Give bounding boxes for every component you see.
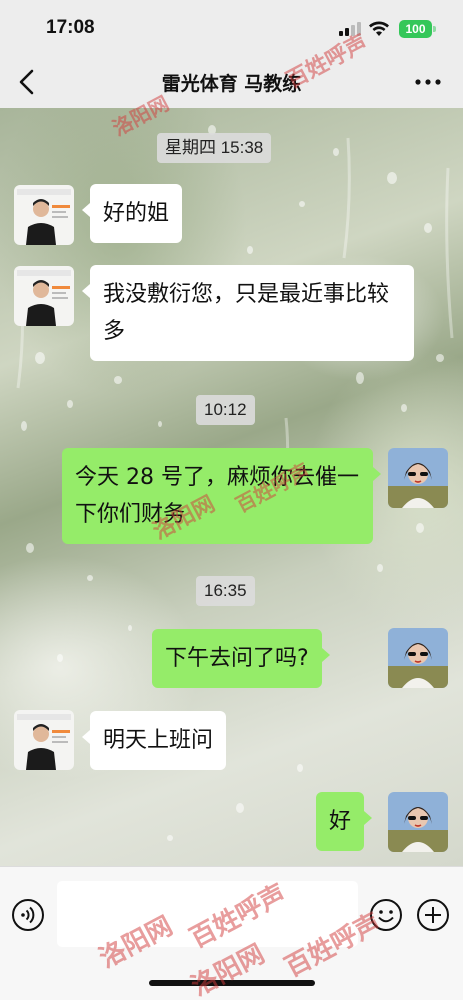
status-bar: 17:08 100 — [0, 0, 463, 56]
voice-button[interactable] — [11, 898, 45, 932]
more-button[interactable] — [410, 68, 446, 96]
my-avatar-image — [388, 448, 448, 508]
signal-icon — [339, 22, 361, 36]
status-time: 17:08 — [46, 17, 95, 38]
plus-button[interactable] — [416, 898, 450, 932]
message-bubble[interactable]: 我没敷衍您，只是最近事比较多 — [82, 265, 414, 361]
battery-tip — [433, 26, 436, 32]
message-bubble[interactable]: 明天上班问 — [81, 711, 227, 770]
coach-avatar[interactable] — [14, 185, 74, 245]
my-avatar-image — [388, 628, 448, 688]
nav-bar: 雷光体育 马教练 — [0, 56, 463, 108]
chat-area[interactable]: 星期四 15:38 好的姐 我没敷衍您，只是最近事比较多 10:12 今天 28… — [0, 108, 463, 866]
message-input[interactable] — [57, 881, 358, 947]
message-bubble[interactable]: 好 — [316, 792, 373, 851]
coach-avatar-image — [14, 185, 74, 245]
coach-avatar-image — [14, 710, 74, 770]
message-bubble[interactable]: 今天 28 号了，麻烦你去催一下你们财务 — [62, 448, 381, 544]
timestamp: 星期四 15:38 — [157, 133, 272, 163]
coach-avatar-image — [14, 266, 74, 326]
timestamp: 10:12 — [196, 395, 255, 425]
my-avatar[interactable] — [388, 792, 448, 852]
coach-avatar[interactable] — [14, 266, 74, 326]
message-bubble[interactable]: 好的姐 — [81, 184, 183, 243]
message-bubble[interactable]: 下午去问了吗? — [152, 629, 330, 688]
emoji-button[interactable] — [369, 898, 403, 932]
battery-indicator: 100 — [399, 20, 432, 38]
timestamp: 16:35 — [196, 576, 255, 606]
ellipsis-icon — [415, 79, 441, 85]
home-indicator — [149, 980, 315, 986]
chat-title: 雷光体育 马教练 — [161, 73, 302, 95]
my-avatar-image — [388, 792, 448, 852]
emoji-icon — [370, 899, 402, 931]
my-avatar[interactable] — [388, 628, 448, 688]
wifi-icon — [369, 21, 389, 36]
coach-avatar[interactable] — [14, 710, 74, 770]
my-avatar[interactable] — [388, 448, 448, 508]
plus-icon — [417, 899, 449, 931]
voice-icon — [12, 899, 44, 931]
